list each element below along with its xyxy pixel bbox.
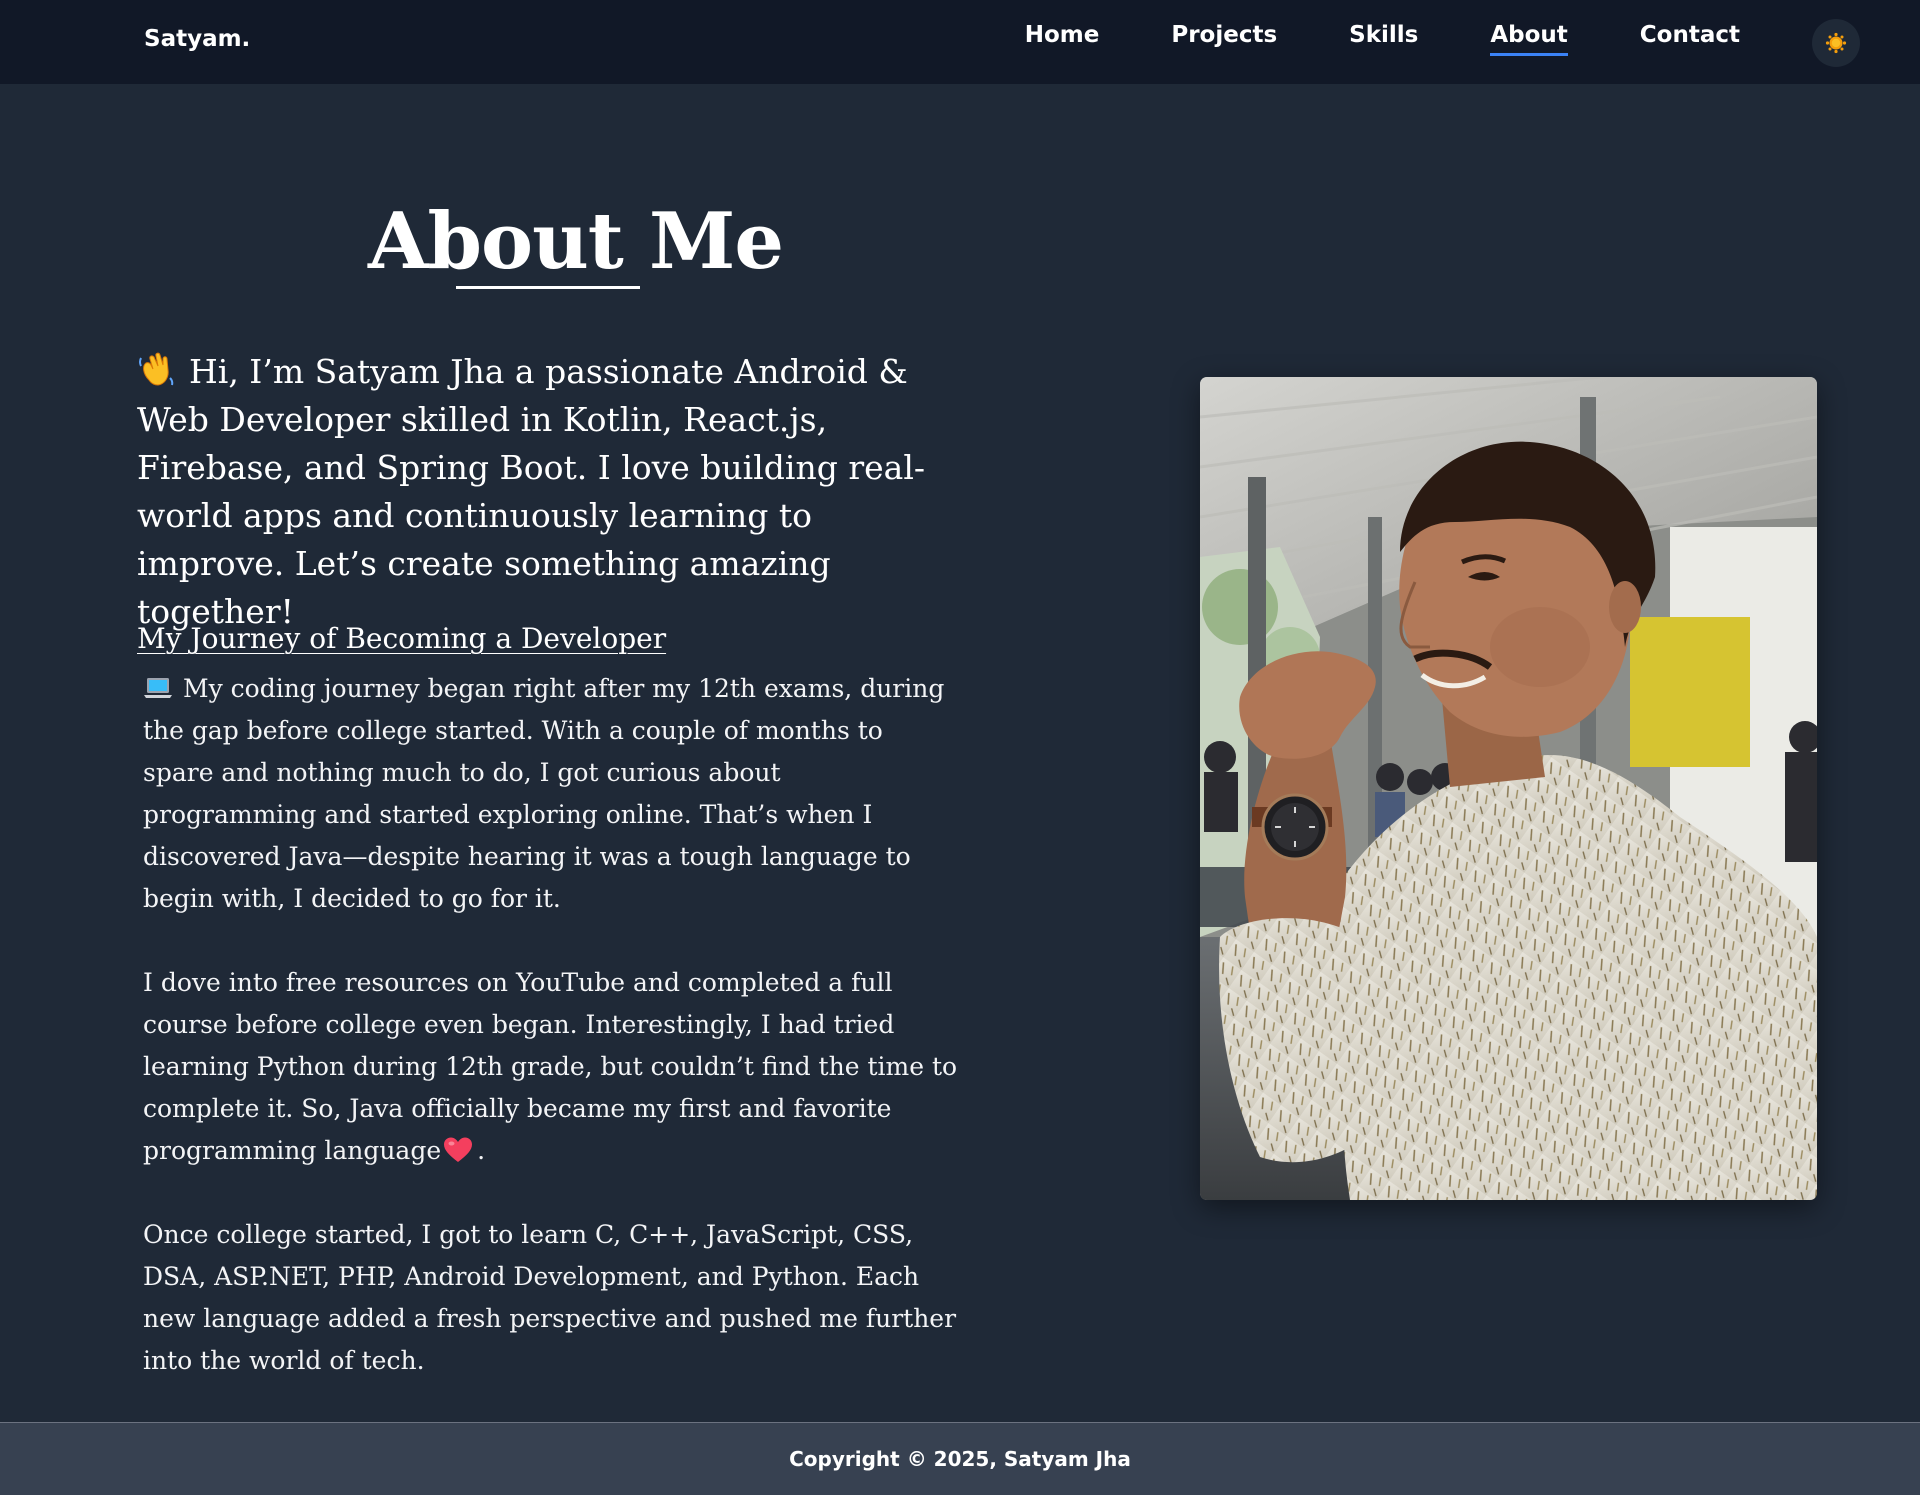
profile-photo — [1200, 377, 1817, 1200]
journey-p1-text: My coding journey began right after my 1… — [143, 674, 945, 913]
journey-p2-end: . — [477, 1136, 486, 1165]
laptop-icon — [144, 677, 172, 698]
nav-links: Home Projects Skills About Contact — [953, 22, 1740, 56]
profile-photo-image — [1200, 377, 1817, 1200]
brand-logo[interactable]: Satyam. — [144, 26, 250, 52]
page-title: About Me — [368, 196, 784, 287]
nav-link-projects[interactable]: Projects — [1171, 22, 1277, 56]
theme-toggle-button[interactable] — [1812, 19, 1860, 67]
heart-icon — [444, 1137, 473, 1162]
journey-paragraph-1: My coding journey began right after my 1… — [143, 668, 958, 920]
navbar: Satyam. Home Projects Skills About Conta… — [0, 0, 1920, 84]
intro-text: Hi, I’m Satyam Jha a passionate Android … — [137, 348, 967, 636]
copyright-text: Copyright © 2025, Satyam Jha — [789, 1447, 1131, 1471]
journey-paragraph-2: I dove into free resources on YouTube an… — [143, 962, 958, 1172]
nav-link-home[interactable]: Home — [1025, 22, 1100, 56]
journey-paragraph-3: Once college started, I got to learn C, … — [143, 1214, 958, 1382]
journey-heading: My Journey of Becoming a Developer — [137, 622, 667, 655]
title-underline — [456, 286, 640, 289]
journey-text: My coding journey began right after my 1… — [143, 668, 958, 1424]
journey-p2-text: I dove into free resources on YouTube an… — [143, 968, 958, 1165]
waving-hand-icon — [139, 352, 174, 386]
nav-link-contact[interactable]: Contact — [1640, 22, 1740, 56]
footer: Copyright © 2025, Satyam Jha — [0, 1422, 1920, 1495]
intro-label: Hi, I’m Satyam Jha a passionate Android … — [137, 352, 926, 631]
nav-link-about[interactable]: About — [1490, 22, 1568, 56]
journey-p3-text: Once college started, I got to learn C, … — [143, 1220, 957, 1375]
nav-link-skills[interactable]: Skills — [1349, 22, 1418, 56]
sun-icon — [1825, 32, 1847, 54]
